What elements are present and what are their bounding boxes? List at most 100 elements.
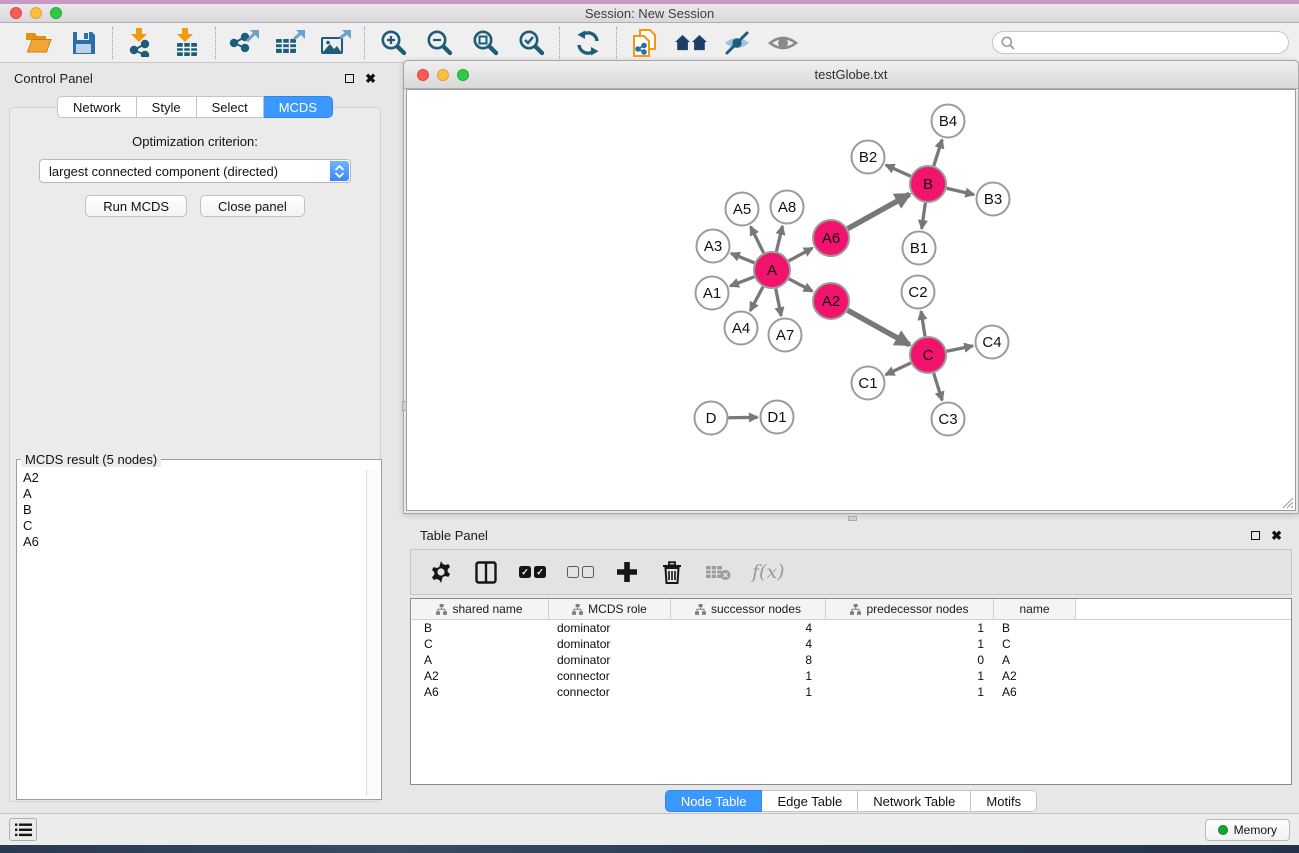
tab-select[interactable]: Select	[197, 96, 264, 118]
graph-node-A8[interactable]: A8	[771, 191, 804, 224]
table-cell[interactable]: C	[411, 637, 549, 651]
graph-node-B1[interactable]: B1	[903, 232, 936, 265]
tab-network-table[interactable]: Network Table	[858, 790, 971, 812]
table-cell[interactable]: 1	[671, 685, 826, 699]
table-row[interactable]: A6connector11A6	[411, 684, 1291, 700]
settings-gear-icon[interactable]	[429, 559, 453, 585]
graph-edge-A2-C[interactable]	[848, 310, 910, 345]
export-network-icon[interactable]	[228, 27, 260, 59]
close-window-button[interactable]	[10, 7, 22, 19]
table-row[interactable]: Bdominator41B	[411, 620, 1291, 636]
graph-node-A[interactable]: A	[754, 252, 790, 288]
table-cell[interactable]: B	[994, 621, 1076, 635]
table-cell[interactable]: A6	[994, 685, 1076, 699]
table-cell[interactable]: 1	[826, 685, 994, 699]
minimize-window-button[interactable]	[30, 7, 42, 19]
table-cell[interactable]: 1	[826, 669, 994, 683]
export-table-icon[interactable]	[274, 27, 306, 59]
close-table-panel-icon[interactable]: ✖	[1271, 529, 1282, 542]
graph-node-A1[interactable]: A1	[696, 277, 729, 310]
column-header-name[interactable]: name	[994, 599, 1076, 619]
graph-node-A5[interactable]: A5	[726, 193, 759, 226]
close-panel-icon[interactable]: ✖	[365, 72, 376, 85]
close-panel-button[interactable]: Close panel	[200, 195, 305, 217]
graph-node-C4[interactable]: C4	[976, 326, 1009, 359]
table-cell[interactable]: 8	[671, 653, 826, 667]
graph-edge-C-C1[interactable]	[886, 363, 911, 375]
table-cell[interactable]: 4	[671, 637, 826, 651]
run-mcds-button[interactable]: Run MCDS	[85, 195, 187, 217]
graph-edge-A-A1[interactable]	[730, 277, 754, 286]
home-icon[interactable]	[675, 27, 707, 59]
tab-style[interactable]: Style	[137, 96, 197, 118]
search-input[interactable]	[1020, 35, 1280, 50]
table-cell[interactable]: 1	[826, 637, 994, 651]
export-image-icon[interactable]	[320, 27, 352, 59]
graph-edge-B-B1[interactable]	[922, 203, 926, 229]
table-cell[interactable]: 0	[826, 653, 994, 667]
tab-edge-table[interactable]: Edge Table	[762, 790, 858, 812]
mcds-result-item[interactable]: C	[20, 518, 365, 534]
table-cell[interactable]: A2	[994, 669, 1076, 683]
select-all-icon[interactable]: ✓✓	[519, 559, 546, 585]
graph-node-D[interactable]: D	[695, 402, 728, 435]
table-cell[interactable]: dominator	[549, 637, 671, 651]
graph-edge-C-C3[interactable]	[934, 373, 943, 400]
add-row-icon[interactable]	[615, 559, 639, 585]
graph-edge-C-C2[interactable]	[921, 311, 925, 336]
graph-node-B2[interactable]: B2	[852, 141, 885, 174]
table-cell[interactable]: 4	[671, 621, 826, 635]
table-row[interactable]: A2connector11A2	[411, 668, 1291, 684]
zoom-in-icon[interactable]	[377, 27, 409, 59]
table-cell[interactable]: A	[411, 653, 549, 667]
column-header-mcds-role[interactable]: MCDS role	[549, 599, 671, 619]
show-details-eye-icon[interactable]	[767, 27, 799, 59]
delete-row-icon[interactable]	[660, 559, 684, 585]
graph-node-A4[interactable]: A4	[725, 312, 758, 345]
tab-motifs[interactable]: Motifs	[971, 790, 1037, 812]
graph-node-B[interactable]: B	[910, 166, 946, 202]
table-cell[interactable]: dominator	[549, 653, 671, 667]
tab-node-table[interactable]: Node Table	[665, 790, 763, 812]
table-cell[interactable]: connector	[549, 685, 671, 699]
graph-node-A2[interactable]: A2	[813, 283, 849, 319]
graph-node-A6[interactable]: A6	[813, 220, 849, 256]
column-header-successor-nodes[interactable]: successor nodes	[671, 599, 826, 619]
network-minimize-button[interactable]	[437, 69, 449, 81]
graph-edge-A6-B[interactable]	[848, 194, 910, 229]
column-header-predecessor-nodes[interactable]: predecessor nodes	[826, 599, 994, 619]
graph-edge-A-A4[interactable]	[750, 287, 763, 311]
table-cell[interactable]: C	[994, 637, 1076, 651]
tab-network[interactable]: Network	[57, 96, 137, 118]
table-cell[interactable]: B	[411, 621, 549, 635]
graph-node-B4[interactable]: B4	[932, 105, 965, 138]
graph-edge-A-A5[interactable]	[751, 226, 764, 252]
graph-node-C1[interactable]: C1	[852, 367, 885, 400]
hide-details-icon[interactable]	[721, 27, 753, 59]
table-cell[interactable]: 1	[671, 669, 826, 683]
graph-edge-A-A7[interactable]	[776, 289, 781, 316]
float-panel-icon[interactable]	[345, 74, 354, 83]
graph-node-D1[interactable]: D1	[761, 401, 794, 434]
criterion-select[interactable]: largest connected component (directed)	[39, 159, 351, 183]
graph-edge-C-C4[interactable]	[947, 346, 973, 351]
zoom-selected-icon[interactable]	[515, 27, 547, 59]
column-header-shared-name[interactable]: shared name	[411, 599, 549, 619]
graph-node-A3[interactable]: A3	[697, 230, 730, 263]
mcds-scrollbar[interactable]	[366, 470, 379, 796]
maximize-window-button[interactable]	[50, 7, 62, 19]
graph-node-A7[interactable]: A7	[769, 319, 802, 352]
memory-button[interactable]: Memory	[1205, 819, 1290, 841]
mcds-result-item[interactable]: A	[20, 486, 365, 502]
graph-node-C3[interactable]: C3	[932, 403, 965, 436]
graph-node-C[interactable]: C	[910, 337, 946, 373]
table-cell[interactable]: A6	[411, 685, 549, 699]
mcds-result-item[interactable]: A2	[20, 470, 365, 486]
import-network-icon[interactable]	[125, 27, 157, 59]
window-resize-grip[interactable]	[1282, 497, 1294, 509]
graph-node-C2[interactable]: C2	[902, 276, 935, 309]
refresh-icon[interactable]	[572, 27, 604, 59]
table-row[interactable]: Cdominator41C	[411, 636, 1291, 652]
graph-edge-A-A3[interactable]	[731, 253, 754, 262]
zoom-fit-icon[interactable]	[469, 27, 501, 59]
